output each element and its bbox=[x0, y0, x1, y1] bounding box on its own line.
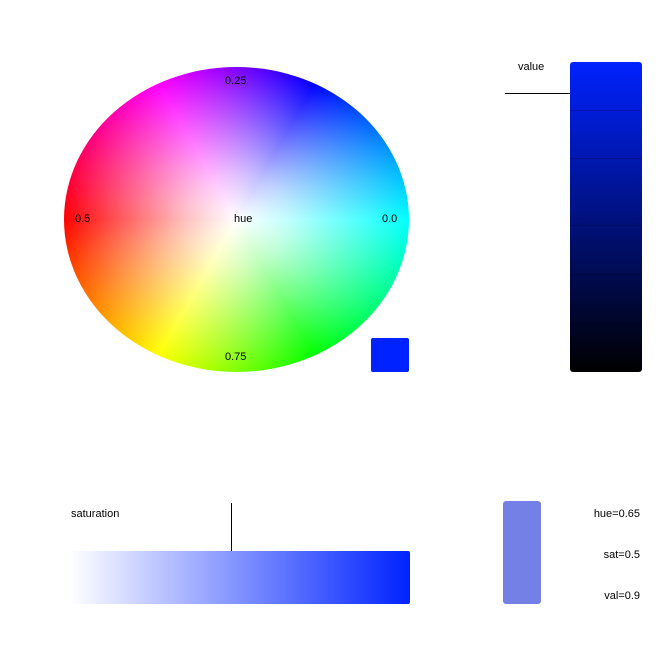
wheel-center-label: hue bbox=[234, 213, 253, 225]
sat-readout: sat=0.5 bbox=[603, 549, 640, 561]
wheel-label-0-75: 0.75 bbox=[225, 351, 247, 363]
value-slider[interactable] bbox=[570, 62, 642, 372]
value-slider-label: value bbox=[518, 61, 545, 73]
saturation-slider[interactable] bbox=[70, 551, 410, 604]
value-grid-line bbox=[570, 274, 642, 275]
saturation-slider-label: saturation bbox=[71, 508, 120, 520]
wheel-label-0-25: 0.25 bbox=[225, 75, 247, 87]
saturation-slider-marker[interactable] bbox=[231, 503, 232, 553]
value-grid-line bbox=[570, 323, 642, 324]
value-grid-line bbox=[570, 110, 642, 111]
wheel-label-0-0: 0.0 bbox=[382, 213, 398, 225]
current-color-swatch bbox=[371, 338, 409, 372]
wheel-label-0-5: 0.5 bbox=[75, 213, 91, 225]
value-grid-line bbox=[570, 158, 642, 159]
value-grid-line bbox=[570, 225, 642, 226]
preview-color-swatch bbox=[503, 501, 541, 604]
value-slider-marker[interactable] bbox=[505, 93, 570, 94]
val-readout: val=0.9 bbox=[604, 590, 640, 602]
hue-readout: hue=0.65 bbox=[593, 508, 640, 520]
